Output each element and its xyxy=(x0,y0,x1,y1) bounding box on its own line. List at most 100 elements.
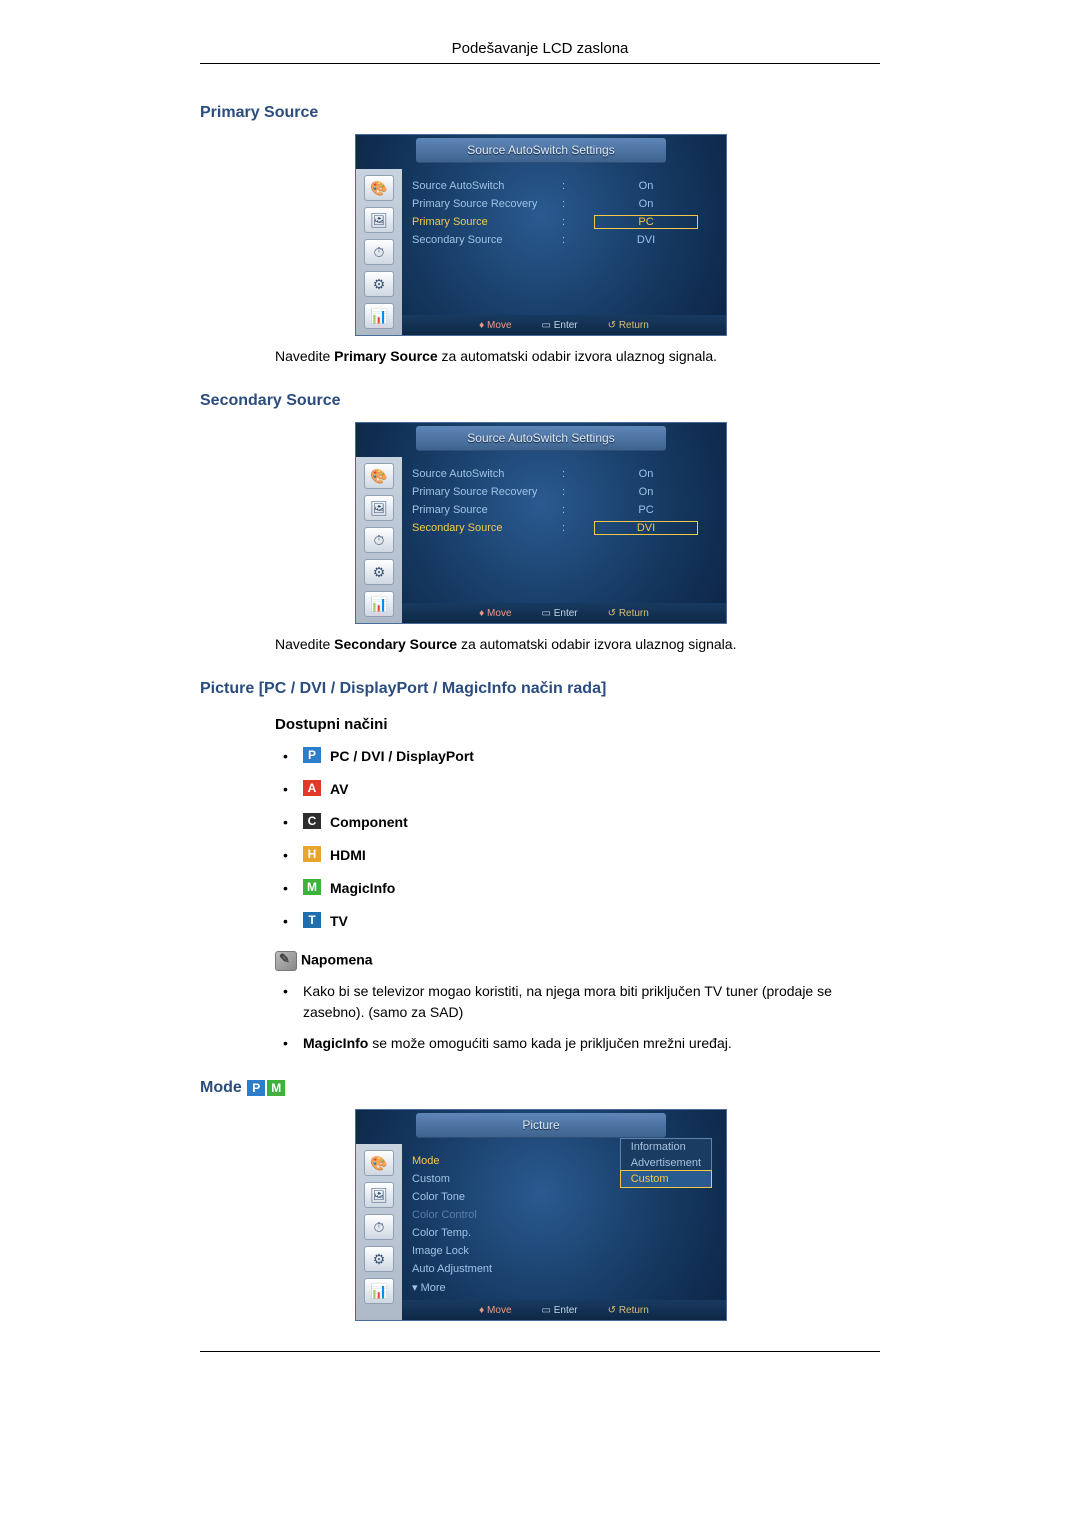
heading-picture: Picture [PC / DVI / DisplayPort / MagicI… xyxy=(200,680,880,698)
footer-return: ↺ Return xyxy=(608,608,649,619)
note-icon xyxy=(275,951,297,971)
heading-mode: Mode PM xyxy=(200,1079,880,1097)
osd-row-label: Color Temp. xyxy=(412,1227,562,1239)
palette-icon: 🎨 xyxy=(364,175,394,201)
footer-return: ↺ Return xyxy=(608,320,649,331)
osd-colon: : xyxy=(562,198,576,210)
picture-icon: 🖼 xyxy=(364,1182,394,1208)
note-item: Kako bi se televizor mogao koristiti, na… xyxy=(275,981,880,1023)
note-strong: MagicInfo xyxy=(303,1035,368,1051)
osd-row-label: Color Control xyxy=(412,1209,562,1221)
osd-row: Color Control xyxy=(412,1206,716,1224)
osd-row: Source AutoSwitch:On xyxy=(412,177,716,195)
osd-row: Secondary Source:DVI xyxy=(412,231,716,249)
footer-move: ♦ Move xyxy=(479,320,511,331)
gear-icon: ⚙ xyxy=(364,1246,394,1272)
heading-primary-source: Primary Source xyxy=(200,104,880,122)
osd-row: ▾ More xyxy=(412,1278,716,1296)
footer-enter: ▭ Enter xyxy=(542,320,578,331)
badge-m: M xyxy=(267,1080,285,1096)
osd-row-value: On xyxy=(576,198,716,210)
mode-badge: A xyxy=(303,780,321,796)
mode-badge: T xyxy=(303,912,321,928)
note-item: MagicInfo se može omogućiti samo kada je… xyxy=(275,1033,880,1054)
osd-row-label: Secondary Source xyxy=(412,522,562,534)
mode-item: M MagicInfo xyxy=(275,878,880,898)
osd-row-label: Color Tone xyxy=(412,1191,562,1203)
mode-item: A AV xyxy=(275,779,880,799)
osd-row: Auto Adjustment xyxy=(412,1260,716,1278)
osd-row-label: Custom xyxy=(412,1173,562,1185)
gear-icon: ⚙ xyxy=(364,271,394,297)
clock-icon: ⏱ xyxy=(364,1214,394,1240)
clock-icon: ⏱ xyxy=(364,527,394,553)
osd-row: Secondary Source:DVI xyxy=(412,519,716,537)
footer-move: ♦ Move xyxy=(479,608,511,619)
mode-item: HHDMI xyxy=(275,845,880,865)
osd-row-value: On xyxy=(576,486,716,498)
badge-p: P xyxy=(247,1080,265,1096)
footer-move: ♦ Move xyxy=(479,1305,511,1316)
osd-row: Primary Source:PC xyxy=(412,213,716,231)
osd-row-label: Image Lock xyxy=(412,1245,562,1257)
osd-row-label: ▾ More xyxy=(412,1281,562,1294)
footer-rule xyxy=(200,1351,880,1352)
mode-item: PPC / DVI / DisplayPort xyxy=(275,746,880,766)
osd-dropdown: InformationAdvertisementCustom xyxy=(620,1138,712,1188)
note-heading: Napomena xyxy=(275,951,880,971)
heading-available-modes: Dostupni načini xyxy=(275,716,880,733)
osd-colon: : xyxy=(562,180,576,192)
osd-footer: ♦ Move ▭ Enter ↺ Return xyxy=(402,603,726,623)
picture-icon: 🖼 xyxy=(364,207,394,233)
osd-row-label: Primary Source Recovery xyxy=(412,486,562,498)
osd-colon: : xyxy=(562,468,576,480)
mode-badge: M xyxy=(303,879,321,895)
mode-label: TV xyxy=(330,913,348,929)
footer-enter: ▭ Enter xyxy=(542,608,578,619)
osd-picture-mode: Picture 🎨 🖼 ⏱ ⚙ 📊 ModeCustomColor ToneCo… xyxy=(355,1109,725,1321)
osd-row: Primary Source Recovery:On xyxy=(412,195,716,213)
osd-primary-source: Source AutoSwitch Settings 🎨 🖼 ⏱ ⚙ 📊 Sou… xyxy=(355,134,725,336)
page-header: Podešavanje LCD zaslona xyxy=(200,40,880,64)
modes-list: PPC / DVI / DisplayPort A AV CComponent HHDM… xyxy=(275,746,880,931)
osd-row-label: Source AutoSwitch xyxy=(412,180,562,192)
osd-row-label: Secondary Source xyxy=(412,234,562,246)
osd-colon: : xyxy=(562,234,576,246)
heading-secondary-source: Secondary Source xyxy=(200,392,880,410)
osd-row: Color Tone xyxy=(412,1188,716,1206)
osd-row-value: DVI xyxy=(576,234,716,246)
osd-row-value: PC xyxy=(576,215,716,229)
chart-icon: 📊 xyxy=(364,591,394,617)
mode-item: CComponent xyxy=(275,812,880,832)
osd-row-label: Primary Source Recovery xyxy=(412,198,562,210)
osd-row-label: Primary Source xyxy=(412,504,562,516)
mode-label: HDMI xyxy=(330,847,366,863)
mode-item: T TV xyxy=(275,911,880,931)
osd-secondary-source: Source AutoSwitch Settings 🎨 🖼 ⏱ ⚙ 📊 Sou… xyxy=(355,422,725,624)
osd-row-value: On xyxy=(576,180,716,192)
osd-sidebar: 🎨 🖼 ⏱ ⚙ 📊 xyxy=(356,457,402,623)
osd-row: Primary Source:PC xyxy=(412,501,716,519)
osd-footer: ♦ Move ▭ Enter ↺ Return xyxy=(402,315,726,335)
mode-label: MagicInfo xyxy=(330,880,395,896)
mode-label: AV xyxy=(330,781,348,797)
footer-return: ↺ Return xyxy=(608,1305,649,1316)
osd-colon: : xyxy=(562,486,576,498)
chart-icon: 📊 xyxy=(364,1278,394,1304)
osd-title: Picture xyxy=(416,1113,666,1138)
mode-badge: C xyxy=(303,813,321,829)
gear-icon: ⚙ xyxy=(364,559,394,585)
picture-icon: 🖼 xyxy=(364,495,394,521)
osd-footer: ♦ Move ▭ Enter ↺ Return xyxy=(402,1300,726,1320)
osd-colon: : xyxy=(562,504,576,516)
para-secondary: Navedite Secondary Source za automatski … xyxy=(275,634,880,655)
para-primary: Navedite Primary Source za automatski od… xyxy=(275,346,880,367)
osd-row: Color Temp. xyxy=(412,1224,716,1242)
mode-badge: P xyxy=(303,747,321,763)
osd-dropdown-item: Custom xyxy=(620,1170,712,1188)
osd-row-label: Primary Source xyxy=(412,216,562,228)
osd-row: Image Lock xyxy=(412,1242,716,1260)
osd-dropdown-item: Information xyxy=(621,1139,711,1155)
palette-icon: 🎨 xyxy=(364,1150,394,1176)
osd-row-value: DVI xyxy=(576,521,716,535)
